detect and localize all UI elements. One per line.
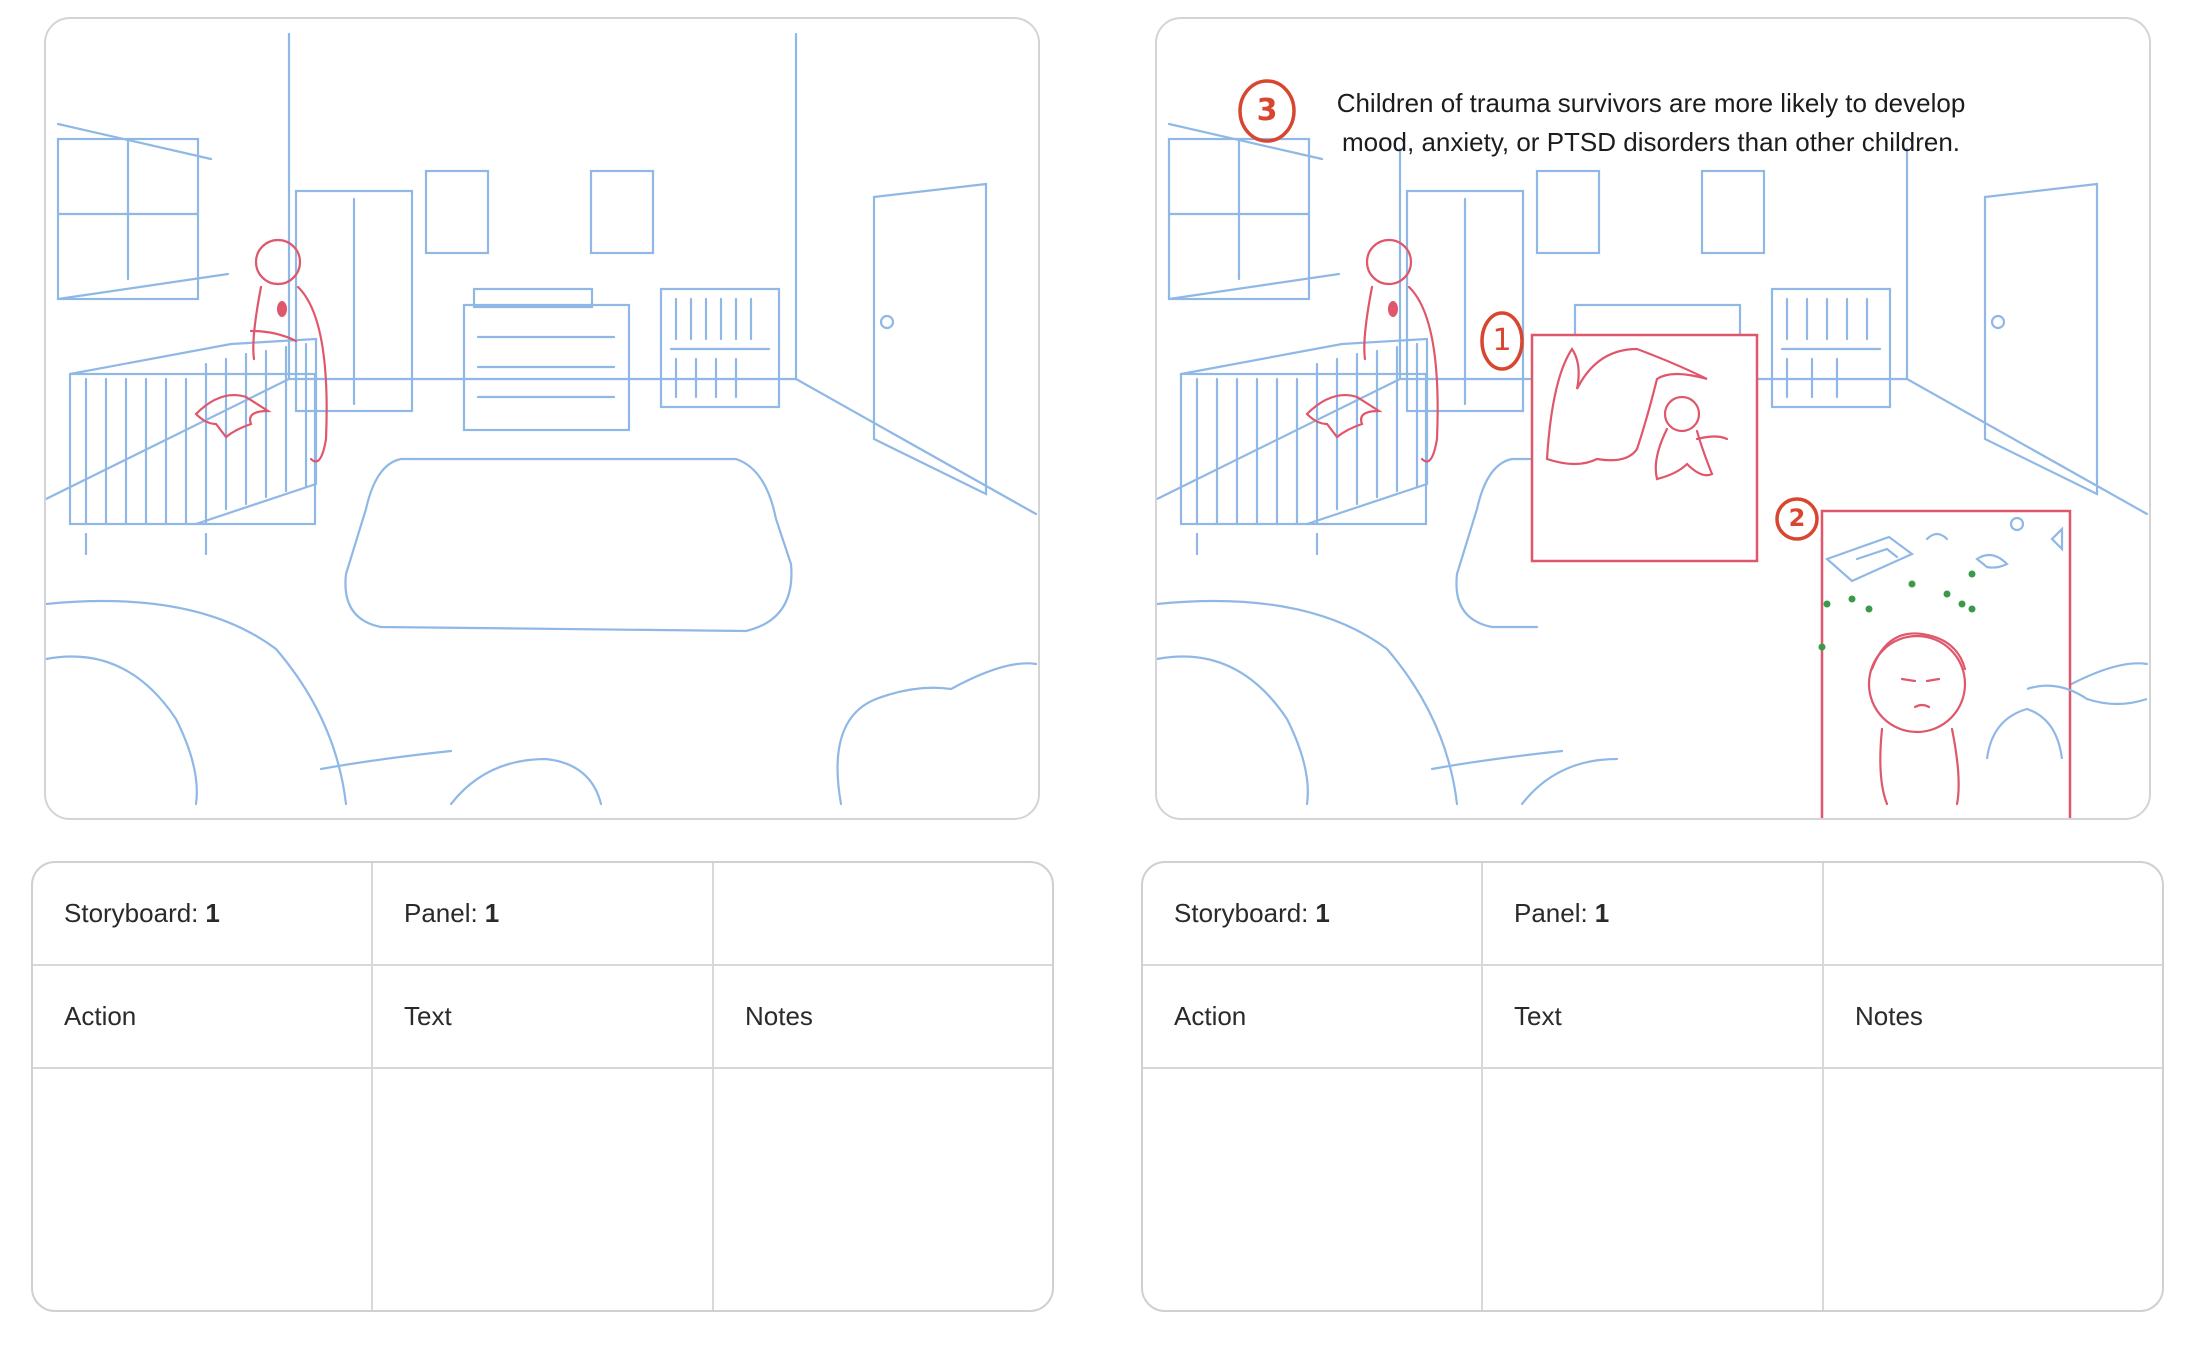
notes-field[interactable] — [714, 1069, 1052, 1310]
column-action: Action — [33, 966, 373, 1067]
column-notes: Notes — [1855, 1001, 1923, 1031]
notes-field[interactable] — [1824, 1069, 2162, 1310]
storyboard-value: 1 — [205, 898, 220, 928]
storyboard-number: Storyboard: 1 — [33, 863, 373, 964]
storyboard-sheet-right: Storyboard: 1 Panel: 1 Action Text Notes — [1141, 861, 2164, 1312]
header-empty-cell — [714, 863, 1052, 964]
callout-2: 2 — [1788, 504, 1806, 532]
inset-panel-1 — [1530, 333, 1759, 563]
panel-number: Panel: 1 — [1483, 863, 1824, 964]
storyboard-number: Storyboard: 1 — [1143, 863, 1483, 964]
entry-row — [33, 1069, 1052, 1310]
panel-value: 1 — [1594, 898, 1610, 928]
panel-label: Panel: — [404, 898, 478, 928]
column-header-row: Action Text Notes — [1143, 966, 2162, 1069]
callout-1: 1 — [1492, 323, 1512, 358]
text-field[interactable] — [373, 1069, 714, 1310]
storyboard-label: Storyboard: — [64, 898, 199, 928]
action-field[interactable] — [1143, 1069, 1483, 1310]
panel-label: Panel: — [1514, 898, 1588, 928]
text-field[interactable] — [1483, 1069, 1824, 1310]
inset-panel-2 — [1820, 509, 2072, 818]
column-action: Action — [1143, 966, 1483, 1067]
storyboard-value: 1 — [1315, 898, 1330, 928]
entry-row — [1143, 1069, 2162, 1310]
column-text: Text — [373, 966, 714, 1067]
panel-number: Panel: 1 — [373, 863, 714, 964]
sketch-frame-left — [44, 17, 1040, 820]
sheet-header-row: Storyboard: 1 Panel: 1 — [1143, 863, 2162, 966]
panel-caption: Children of trauma survivors are more li… — [1155, 84, 2147, 162]
header-empty-cell — [1824, 863, 2162, 964]
storyboard-sheet-left: Storyboard: 1 Panel: 1 Action Text Notes — [31, 861, 1054, 1312]
nursery-sketch — [46, 32, 1038, 806]
caption-line-1: Children of trauma survivors are more li… — [1336, 88, 1966, 118]
column-text: Text — [1483, 966, 1824, 1067]
panel-value: 1 — [484, 898, 500, 928]
storyboard-label: Storyboard: — [1174, 898, 1309, 928]
action-field[interactable] — [33, 1069, 373, 1310]
column-header-row: Action Text Notes — [33, 966, 1052, 1069]
caption-line-2: mood, anxiety, or PTSD disorders than ot… — [1341, 127, 1961, 157]
column-notes: Notes — [745, 1001, 813, 1031]
sheet-header-row: Storyboard: 1 Panel: 1 — [33, 863, 1052, 966]
